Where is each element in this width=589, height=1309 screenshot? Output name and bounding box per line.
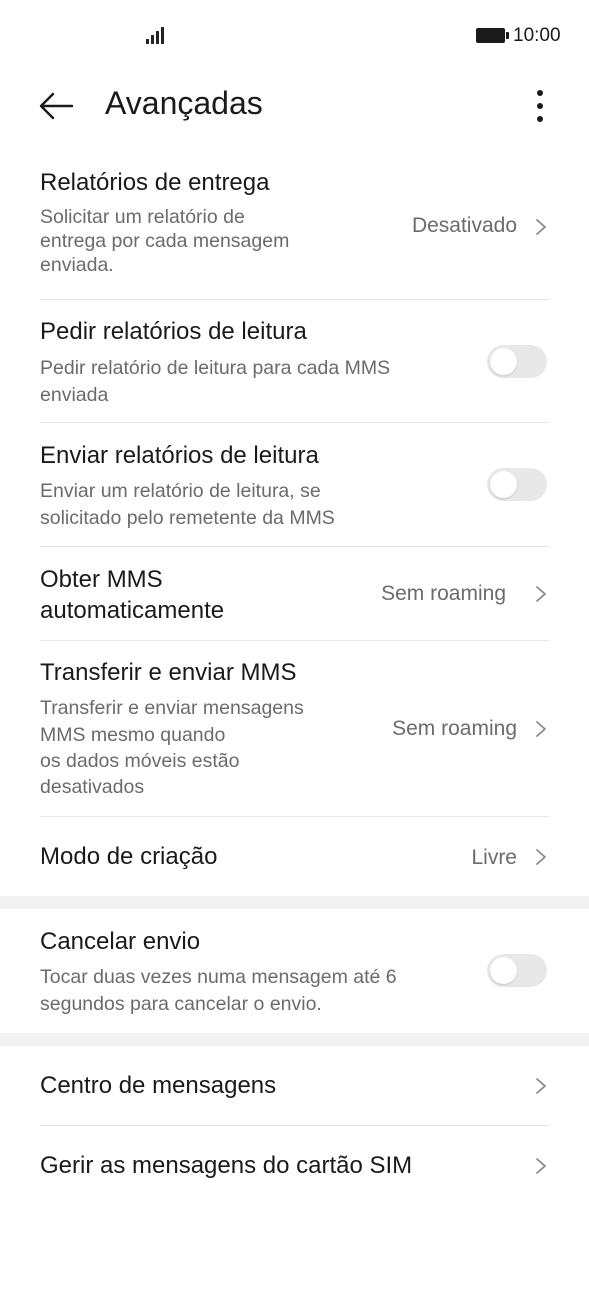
- setting-auto-retrieve-mms[interactable]: Obter MMS automaticamente Sem roaming: [40, 565, 549, 629]
- setting-title-line: automaticamente: [40, 597, 225, 624]
- chevron-right-icon: [536, 1158, 546, 1174]
- setting-value: Desativado: [411, 214, 517, 237]
- chevron-right-icon: [536, 219, 546, 235]
- setting-subtitle-line: solicitado pelo remetente da MMS: [40, 507, 335, 529]
- battery-icon: [476, 28, 509, 43]
- setting-message-center[interactable]: Centro de mensagens: [40, 1071, 549, 1105]
- setting-subtitle-line: Enviar um relatório de leitura, se: [40, 480, 321, 502]
- setting-title: Centro de mensagens: [40, 1072, 277, 1099]
- setting-cancel-send[interactable]: Cancelar envio Tocar duas vezes numa men…: [40, 927, 549, 1027]
- setting-subtitle-line: enviada: [40, 384, 109, 406]
- setting-title: Relatórios de entrega: [40, 169, 270, 196]
- status-bar: 10:00: [0, 0, 589, 72]
- setting-title-line: Obter MMS: [40, 566, 163, 593]
- chevron-right-icon: [536, 1078, 546, 1094]
- send-read-reports-toggle[interactable]: [487, 468, 547, 501]
- setting-subtitle-line: os dados móveis estão: [40, 750, 240, 772]
- section-separator: [0, 1033, 589, 1046]
- section-separator: [0, 896, 589, 909]
- divider: [40, 546, 549, 547]
- more-options-icon[interactable]: [520, 84, 560, 128]
- setting-subtitle-line: Tocar duas vezes numa mensagem até 6: [40, 966, 397, 988]
- setting-creation-mode[interactable]: Modo de criação Livre: [40, 842, 549, 876]
- setting-subtitle-line: segundos para cancelar o envio.: [40, 993, 322, 1015]
- request-read-reports-toggle[interactable]: [487, 345, 547, 378]
- setting-value: Sem roaming: [381, 582, 506, 605]
- setting-title: Modo de criação: [40, 843, 218, 870]
- setting-title: Pedir relatórios de leitura: [40, 318, 307, 345]
- setting-subtitle-line: entrega por cada mensagem: [40, 230, 290, 252]
- divider: [40, 1125, 549, 1126]
- back-arrow-icon[interactable]: [36, 84, 80, 128]
- page-title: Avançadas: [105, 85, 263, 121]
- setting-request-read-reports[interactable]: Pedir relatórios de leitura Pedir relató…: [40, 317, 549, 417]
- cancel-send-toggle[interactable]: [487, 954, 547, 987]
- setting-send-read-reports[interactable]: Enviar relatórios de leitura Enviar um r…: [40, 441, 549, 541]
- setting-value: Sem roaming: [392, 717, 517, 740]
- divider: [40, 816, 549, 817]
- setting-subtitle-line: Pedir relatório de leitura para cada MMS: [40, 357, 391, 379]
- chevron-right-icon: [536, 586, 546, 602]
- divider: [40, 640, 549, 641]
- setting-subtitle-line: desativados: [40, 776, 145, 798]
- setting-delivery-reports[interactable]: Relatórios de entrega Solicitar um relat…: [40, 168, 549, 298]
- divider: [40, 422, 549, 423]
- setting-transfer-send-mms[interactable]: Transferir e enviar MMS Transferir e env…: [40, 658, 549, 808]
- setting-subtitle-line: Transferir e enviar mensagens: [40, 697, 304, 719]
- setting-subtitle-line: MMS mesmo quando: [40, 724, 226, 746]
- setting-sim-messages[interactable]: Gerir as mensagens do cartão SIM: [40, 1151, 549, 1185]
- setting-title: Cancelar envio: [40, 928, 201, 955]
- setting-title: Transferir e enviar MMS: [40, 659, 297, 686]
- setting-subtitle-line: enviada.: [40, 254, 114, 276]
- setting-subtitle-line: Solicitar um relatório de: [40, 206, 245, 228]
- divider: [40, 299, 549, 300]
- status-time: 10:00: [513, 25, 561, 46]
- signal-strength-icon: [146, 26, 168, 44]
- chevron-right-icon: [536, 849, 546, 865]
- setting-title: Enviar relatórios de leitura: [40, 442, 319, 469]
- setting-value: Livre: [471, 846, 517, 869]
- setting-title: Gerir as mensagens do cartão SIM: [40, 1152, 413, 1179]
- chevron-right-icon: [536, 721, 546, 737]
